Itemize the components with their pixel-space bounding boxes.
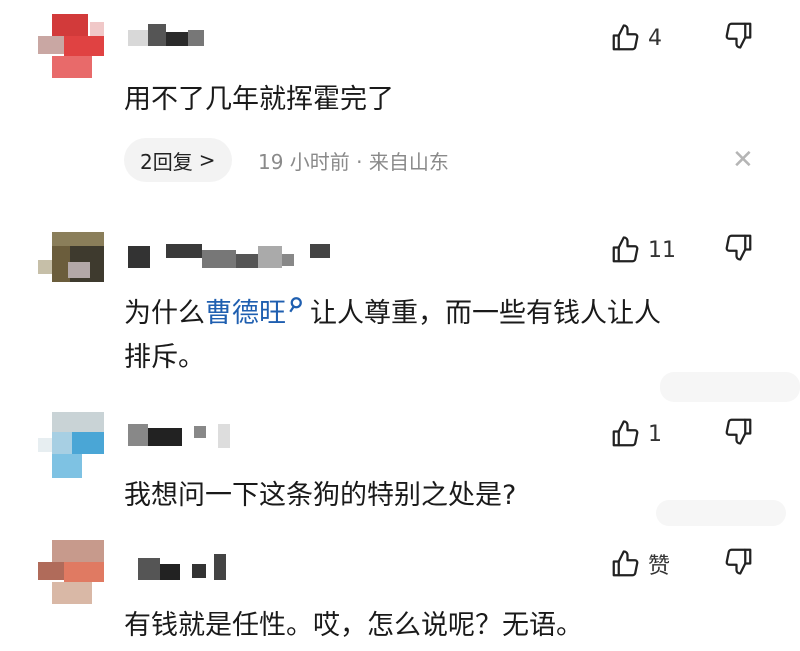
avatar[interactable]: [38, 412, 104, 478]
close-icon[interactable]: ✕: [732, 138, 754, 182]
background-artifact: [660, 372, 800, 402]
comment-text-part: 让人尊重，而一些有钱人让人: [310, 298, 661, 329]
thumbs-up-icon: [612, 236, 639, 263]
like-button[interactable]: 赞: [610, 546, 670, 582]
like-count: 11: [648, 237, 676, 263]
background-artifact: [656, 500, 786, 526]
comment-text-line2: 排斥。: [124, 342, 205, 373]
comment-text: 用不了几年就挥霍完了: [124, 84, 394, 115]
thumbs-up-icon: [612, 420, 639, 447]
thumbs-down-icon: [725, 234, 752, 261]
like-button[interactable]: 1: [610, 416, 662, 452]
like-label: 赞: [648, 554, 671, 579]
dislike-button[interactable]: [724, 416, 760, 452]
reply-count-button[interactable]: 2回复 >: [124, 138, 232, 182]
dislike-button[interactable]: [724, 20, 760, 56]
comment-text: 我想问一下这条狗的特别之处是?: [124, 480, 517, 511]
dislike-button[interactable]: [724, 232, 760, 268]
reply-count-label: 2回复: [140, 149, 193, 174]
thumbs-up-icon: [612, 550, 639, 577]
search-icon[interactable]: [288, 296, 306, 314]
search-link[interactable]: 曹德旺: [205, 298, 286, 329]
avatar[interactable]: [38, 540, 104, 606]
like-count: 4: [648, 25, 662, 51]
thumbs-down-icon: [725, 418, 752, 445]
comment-text: 有钱就是任性。哎，怎么说呢？无语。: [124, 610, 583, 641]
avatar[interactable]: [38, 14, 104, 80]
thumbs-down-icon: [725, 22, 752, 49]
avatar[interactable]: [38, 232, 104, 298]
dislike-button[interactable]: [724, 546, 760, 582]
chevron-right-icon: >: [198, 148, 216, 172]
like-button[interactable]: 4: [610, 20, 662, 56]
comment-text-part: 为什么: [124, 298, 205, 329]
thumbs-down-icon: [725, 548, 752, 575]
comment-text: 为什么曹德旺 让人尊重，而一些有钱人让人: [124, 292, 661, 336]
comment-meta: 19 小时前 · 来自山东: [258, 149, 449, 174]
like-count: 1: [648, 421, 662, 447]
like-button[interactable]: 11: [610, 232, 676, 268]
thumbs-up-icon: [612, 24, 639, 51]
